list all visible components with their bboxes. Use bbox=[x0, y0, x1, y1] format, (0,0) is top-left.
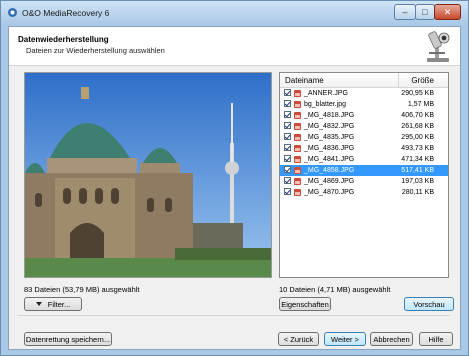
window-title: O&O MediaRecovery 6 bbox=[22, 8, 110, 18]
list-item[interactable]: _MG_4836.JPG 493,73 KB bbox=[280, 143, 448, 154]
column-header-filename[interactable]: Dateiname bbox=[285, 76, 324, 85]
file-list[interactable]: Dateiname Größe _ANNER.JPG 290,95 KB bg_b… bbox=[279, 72, 449, 278]
jpg-file-icon bbox=[294, 167, 301, 174]
list-item[interactable]: _MG_4841.JPG 471,34 KB bbox=[280, 154, 448, 165]
jpg-file-icon bbox=[294, 90, 301, 97]
jpg-file-icon bbox=[294, 189, 301, 196]
filter-button[interactable]: Filter... bbox=[24, 297, 82, 311]
checkbox[interactable] bbox=[284, 111, 291, 118]
file-rows: _ANNER.JPG 290,95 KB bg_blatter.jpg 1,57 M… bbox=[280, 88, 448, 198]
help-button[interactable]: Hilfe bbox=[419, 332, 453, 346]
cancel-button[interactable]: Abbrechen bbox=[370, 332, 413, 346]
wizard-header: Datenwiederherstellung Dateien zur Wiede… bbox=[9, 27, 460, 66]
checkbox[interactable] bbox=[284, 89, 291, 96]
save-recovery-button[interactable]: Datenrettung speichern... bbox=[24, 332, 112, 346]
preview-button[interactable]: Vorschau bbox=[404, 297, 454, 311]
cathedral-photo-image bbox=[25, 73, 271, 277]
list-item[interactable]: _ANNER.JPG 290,95 KB bbox=[280, 88, 448, 99]
properties-button[interactable]: Eigenschaften bbox=[279, 297, 331, 311]
checkbox[interactable] bbox=[284, 188, 291, 195]
jpg-file-icon bbox=[294, 156, 301, 163]
list-item[interactable]: bg_blatter.jpg 1,57 MB bbox=[280, 99, 448, 110]
page-subtitle: Dateien zur Wiederherstellung auswählen bbox=[26, 46, 165, 55]
list-item[interactable]: _MG_4870.JPG 280,11 KB bbox=[280, 187, 448, 198]
checkbox[interactable] bbox=[284, 133, 291, 140]
checkbox[interactable] bbox=[284, 155, 291, 162]
checkbox[interactable] bbox=[284, 100, 291, 107]
checkbox[interactable] bbox=[284, 166, 291, 173]
checkbox[interactable] bbox=[284, 122, 291, 129]
back-button[interactable]: < Zurück bbox=[278, 332, 319, 346]
checkbox[interactable] bbox=[284, 177, 291, 184]
file-list-header: Dateiname Größe bbox=[280, 73, 448, 88]
app-window: O&O MediaRecovery 6 – □ ✕ Datenwiederher… bbox=[0, 0, 469, 356]
list-item[interactable]: _MG_4818.JPG 406,70 KB bbox=[280, 110, 448, 121]
jpg-file-icon bbox=[294, 145, 301, 152]
minimize-button[interactable]: – bbox=[394, 4, 416, 20]
app-icon bbox=[8, 8, 17, 17]
next-button[interactable]: Weiter > bbox=[324, 332, 366, 346]
checkbox[interactable] bbox=[284, 144, 291, 151]
page-title: Datenwiederherstellung bbox=[18, 35, 109, 44]
column-header-size[interactable]: Größe bbox=[411, 76, 434, 85]
microscope-icon bbox=[427, 31, 450, 62]
list-item-selected[interactable]: _MG_4858.JPG 517,41 KB bbox=[280, 165, 448, 176]
status-selected-folder: 10 Dateien (4,71 MB) ausgewählt bbox=[279, 285, 391, 294]
list-item[interactable]: _MG_4835.JPG 295,00 KB bbox=[280, 132, 448, 143]
maximize-button[interactable]: □ bbox=[415, 4, 435, 20]
jpg-file-icon bbox=[294, 178, 301, 185]
jpg-file-icon bbox=[294, 134, 301, 141]
jpg-file-icon bbox=[294, 101, 301, 108]
list-item[interactable]: _MG_4832.JPG 261,68 KB bbox=[280, 121, 448, 132]
wizard-client-area: Datenwiederherstellung Dateien zur Wiede… bbox=[8, 26, 461, 350]
triangle-down-icon bbox=[35, 302, 42, 306]
image-preview bbox=[24, 72, 272, 278]
jpg-file-icon bbox=[294, 123, 301, 130]
list-item[interactable]: _MG_4869.JPG 197,03 KB bbox=[280, 176, 448, 187]
close-button[interactable]: ✕ bbox=[434, 4, 461, 20]
status-selected-total: 83 Dateien (53,79 MB) ausgewählt bbox=[24, 285, 140, 294]
jpg-file-icon bbox=[294, 112, 301, 119]
title-bar: O&O MediaRecovery 6 – □ ✕ bbox=[1, 1, 468, 25]
divider bbox=[18, 315, 450, 316]
